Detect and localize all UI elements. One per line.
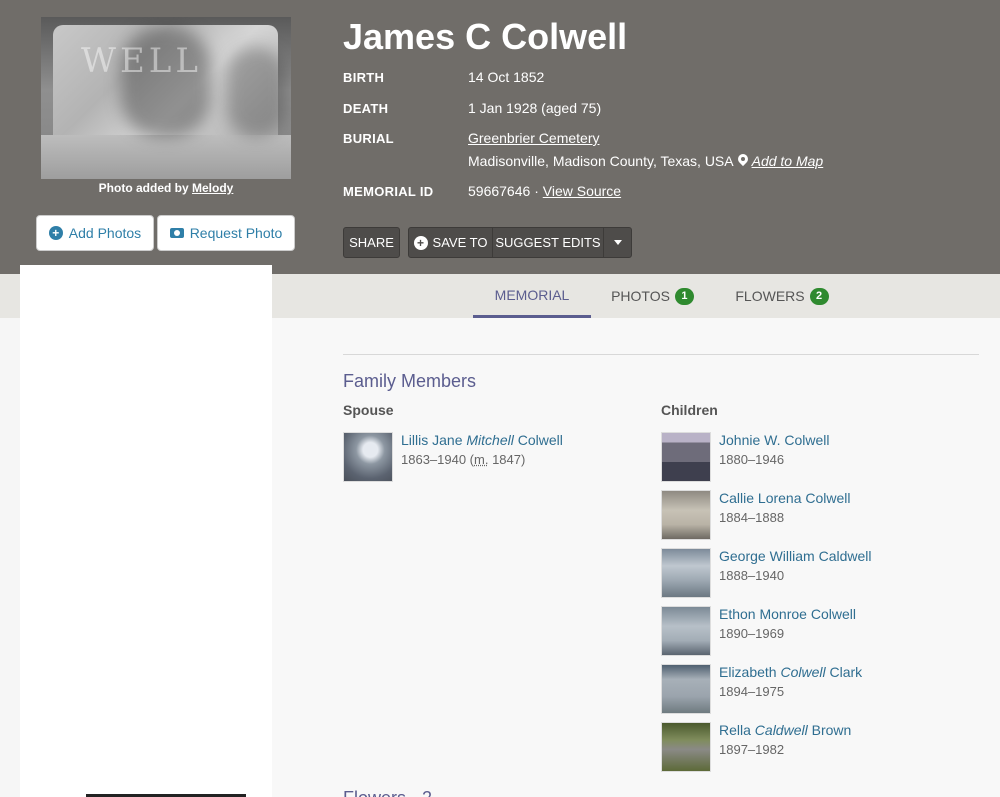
- child-name-link[interactable]: George William Caldwell: [719, 548, 872, 564]
- cemetery-link[interactable]: Greenbrier Cemetery: [468, 130, 600, 146]
- child-photo[interactable]: [661, 664, 711, 714]
- burial-cemetery: Greenbrier Cemetery: [468, 130, 600, 146]
- child-dates: 1894–1975: [719, 684, 785, 699]
- plus-circle-icon: +: [413, 235, 428, 250]
- child-photo[interactable]: [661, 490, 711, 540]
- tab-flowers[interactable]: FLOWERS 2: [727, 274, 837, 318]
- child-name-link[interactable]: Rella Caldwell Brown: [719, 722, 851, 738]
- death-label: DEATH: [343, 101, 389, 116]
- child-name-link[interactable]: Elizabeth Colwell Clark: [719, 664, 862, 680]
- child-dates: 1888–1940: [719, 568, 785, 583]
- family-members-title: Family Members: [343, 371, 477, 391]
- stone-base: [41, 135, 291, 179]
- birth-value: 14 Oct 1852: [468, 69, 545, 85]
- memorial-id-number: 59667646: [468, 183, 531, 199]
- burial-label: BURIAL: [343, 131, 394, 146]
- spouse-name-link[interactable]: Lillis Jane Mitchell Colwell: [401, 432, 563, 448]
- child-dates: 1884–1888: [719, 510, 785, 525]
- view-source-link[interactable]: View Source: [543, 183, 621, 199]
- married-abbr: m.: [474, 452, 489, 467]
- tab-photos-label: PHOTOS: [611, 288, 670, 304]
- memorial-id-value: 59667646 · View Source: [468, 183, 621, 199]
- child-name-link[interactable]: Ethon Monroe Colwell: [719, 606, 856, 622]
- tree-shadow: [226, 47, 286, 137]
- child-photo[interactable]: [661, 432, 711, 482]
- suggest-edits-button[interactable]: SUGGEST EDITS: [493, 228, 604, 257]
- photo-credit: Photo added by Melody: [41, 181, 291, 195]
- death-value: 1 Jan 1928 (aged 75): [468, 100, 602, 116]
- more-actions-dropdown[interactable]: [604, 228, 631, 257]
- share-label: SHARE: [349, 235, 394, 250]
- map-pin-icon: [738, 154, 748, 167]
- spouse-photo[interactable]: [343, 432, 393, 482]
- child-photo[interactable]: [661, 606, 711, 656]
- flowers-section-title: Flowers · 2: [343, 788, 432, 797]
- gravestone-photo[interactable]: WELL: [41, 17, 291, 179]
- child-dates: 1890–1969: [719, 626, 785, 641]
- add-photos-label: Add Photos: [68, 225, 142, 241]
- tab-memorial[interactable]: MEMORIAL: [473, 274, 591, 318]
- plus-circle-icon: +: [48, 226, 63, 240]
- spouse-heading: Spouse: [343, 402, 394, 418]
- request-photo-button[interactable]: Request Photo: [157, 215, 295, 251]
- memorial-id-label: MEMORIAL ID: [343, 184, 434, 199]
- tab-memorial-label: MEMORIAL: [494, 286, 570, 303]
- spouse-dates: 1863–1940 (m. 1847): [401, 452, 526, 467]
- child-name-link[interactable]: Johnie W. Colwell: [719, 432, 830, 448]
- tab-photos[interactable]: PHOTOS 1: [600, 274, 705, 318]
- share-button[interactable]: SHARE: [343, 227, 400, 258]
- child-dates: 1897–1982: [719, 742, 785, 757]
- camera-icon: [169, 228, 184, 238]
- photo-credit-user-link[interactable]: Melody: [192, 181, 233, 195]
- section-divider: [343, 354, 979, 355]
- id-separator: ·: [534, 183, 539, 199]
- child-name-link[interactable]: Callie Lorena Colwell: [719, 490, 851, 506]
- add-to-map-link[interactable]: Add to Map: [752, 153, 824, 169]
- burial-location: Madisonville, Madison County, Texas, USA…: [468, 153, 823, 169]
- birth-label: BIRTH: [343, 70, 385, 85]
- stone-engraving: WELL: [81, 41, 202, 81]
- save-to-label: SAVE TO: [432, 235, 488, 250]
- child-dates: 1880–1946: [719, 452, 785, 467]
- tab-flowers-label: FLOWERS: [735, 288, 805, 304]
- memorial-name: James C Colwell: [343, 16, 628, 57]
- child-photo[interactable]: [661, 722, 711, 772]
- caret-down-icon: [613, 240, 622, 245]
- photos-count-badge: 1: [674, 287, 694, 305]
- photo-credit-prefix: Photo added by: [98, 181, 189, 195]
- add-photos-button[interactable]: + Add Photos: [36, 215, 154, 251]
- flowers-count-badge: 2: [809, 287, 829, 305]
- ad-panel: [20, 265, 272, 797]
- suggest-edits-label: SUGGEST EDITS: [495, 235, 601, 250]
- location-text: Madisonville, Madison County, Texas, USA: [468, 153, 734, 169]
- child-photo[interactable]: [661, 548, 711, 598]
- save-to-button[interactable]: + SAVE TO: [409, 228, 493, 257]
- children-heading: Children: [661, 402, 718, 418]
- save-suggest-group: + SAVE TO SUGGEST EDITS: [408, 227, 632, 258]
- request-photo-label: Request Photo: [189, 225, 283, 241]
